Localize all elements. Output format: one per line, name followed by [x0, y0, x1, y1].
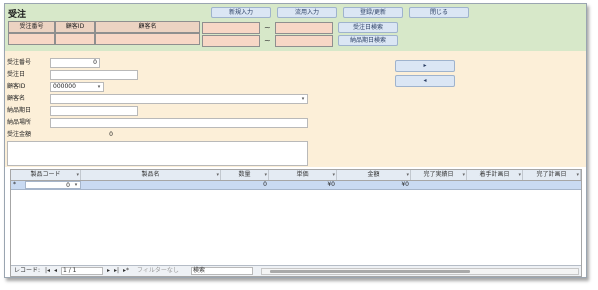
order-date-to-input[interactable]	[275, 22, 333, 34]
chevron-down-icon[interactable]: ▾	[576, 170, 579, 180]
copy-entry-button[interactable]: 流用入力	[277, 7, 337, 18]
chevron-down-icon[interactable]: ▾	[264, 170, 267, 180]
order-date-from-input[interactable]	[202, 22, 260, 34]
col-header-planned-finish[interactable]: 完了計画日 ▾	[523, 170, 581, 180]
chevron-down-icon[interactable]: ▾	[95, 83, 103, 91]
delivery-date-search-button[interactable]: 納品期日検索	[338, 35, 398, 46]
horizontal-scrollbar[interactable]	[261, 268, 579, 275]
chevron-down-icon[interactable]: ▾	[76, 170, 79, 180]
delivery-date-to-input[interactable]	[275, 35, 333, 47]
record-position-input[interactable]: 1 / 1	[61, 267, 103, 275]
record-navigation-bar: レコード: |◂ ◂ 1 / 1 ▸ ▸| ▸* フィルターなし 検索	[11, 265, 581, 276]
save-button[interactable]: 登録/更新	[343, 7, 403, 18]
scrollbar-thumb[interactable]	[270, 270, 470, 273]
chevron-down-icon[interactable]: ▾	[299, 95, 307, 103]
col-header-product-name[interactable]: 製品名 ▾	[81, 170, 221, 180]
form-body: 受注番号 0 受注日 顧客ID 000000 ▾ 顧客名 ▾ 納品期日 納品場所…	[5, 51, 586, 167]
order-date-search-button[interactable]: 受注日検索	[338, 22, 398, 33]
new-record-icon[interactable]: ▸*	[123, 266, 129, 276]
delivery-date-from-input[interactable]	[202, 35, 260, 47]
order-no-field[interactable]: 0	[50, 58, 100, 68]
datasheet-header: 製品コード ▾ 製品名 ▾ 数量 ▾ 単価 ▾ 金額 ▾ 完了実績日 ▾ 着手計画日 ▾ 完了…	[11, 170, 581, 181]
delivery-place-field[interactable]	[50, 118, 308, 128]
chevron-down-icon[interactable]: ▾	[332, 170, 335, 180]
product-name-cell[interactable]	[81, 181, 221, 189]
col-header-amount[interactable]: 金額 ▾	[337, 170, 411, 180]
quantity-cell[interactable]: 0	[221, 181, 267, 189]
col-header-product-code[interactable]: 製品コード ▾	[11, 170, 81, 180]
filter-header-customer-id: 顧客ID	[55, 21, 95, 33]
delivery-place-label: 納品場所	[7, 119, 32, 126]
chevron-down-icon[interactable]: ▾	[72, 182, 80, 189]
delivery-due-field[interactable]	[50, 106, 138, 116]
order-lines-datasheet: 製品コード ▾ 製品名 ▾ 数量 ▾ 単価 ▾ 金額 ▾ 完了実績日 ▾ 着手計画日 ▾ 完了…	[10, 169, 582, 277]
filter-status[interactable]: フィルターなし	[137, 266, 179, 276]
search-input[interactable]: 検索	[191, 267, 253, 275]
form-window: 受注 新規入力 流用入力 登録/更新 閉じる 受注番号 顧客ID 顧客名 ~ ~…	[4, 3, 587, 278]
new-entry-button[interactable]: 新規入力	[211, 7, 271, 18]
customer-id-value: 000000	[53, 83, 76, 90]
customer-name-label: 顧客名	[7, 95, 26, 102]
product-code-combo[interactable]: 0 ▾	[25, 181, 81, 189]
order-date-field[interactable]	[50, 70, 138, 80]
filter-order-no-input[interactable]	[8, 33, 55, 45]
filter-customer-name-input[interactable]	[95, 33, 200, 45]
prev-record-button[interactable]: ◂	[395, 75, 455, 87]
delivery-due-label: 納品期日	[7, 107, 32, 114]
filter-header-customer-name: 顧客名	[95, 21, 200, 33]
col-header-completed-date[interactable]: 完了実績日 ▾	[411, 170, 467, 180]
form-title: 受注	[8, 10, 27, 20]
remarks-field[interactable]	[7, 141, 308, 166]
record-label: レコード:	[14, 267, 41, 274]
table-row[interactable]: * 0 ▾ 0 ¥0 ¥0	[11, 181, 581, 190]
chevron-down-icon[interactable]: ▾	[518, 170, 521, 180]
customer-name-combo[interactable]: ▾	[50, 94, 308, 104]
order-amount-value: 0	[109, 131, 113, 138]
amount-cell[interactable]: ¥0	[337, 181, 409, 189]
next-record-button[interactable]: ▸	[395, 60, 455, 72]
close-button[interactable]: 閉じる	[409, 7, 469, 18]
prev-record-icon[interactable]: ◂	[54, 266, 57, 276]
range-tilde: ~	[264, 23, 271, 32]
customer-id-combo[interactable]: 000000 ▾	[50, 82, 104, 92]
range-tilde: ~	[264, 36, 271, 45]
new-row-marker: *	[13, 181, 16, 188]
unit-price-cell[interactable]: ¥0	[269, 181, 335, 189]
form-header: 受注 新規入力 流用入力 登録/更新 閉じる 受注番号 顧客ID 顧客名 ~ ~…	[5, 4, 586, 51]
col-header-planned-start[interactable]: 着手計画日 ▾	[467, 170, 523, 180]
filter-header-order-no: 受注番号	[8, 21, 55, 33]
chevron-down-icon[interactable]: ▾	[406, 170, 409, 180]
order-date-label: 受注日	[7, 71, 26, 78]
chevron-down-icon[interactable]: ▾	[462, 170, 465, 180]
first-record-icon[interactable]: |◂	[45, 266, 50, 276]
col-header-unit-price[interactable]: 単価 ▾	[269, 170, 337, 180]
filter-customer-id-input[interactable]	[55, 33, 95, 45]
order-amount-label: 受注金額	[7, 131, 32, 138]
product-code-value: 0	[66, 182, 70, 189]
last-record-icon[interactable]: ▸|	[114, 266, 119, 276]
customer-id-label: 顧客ID	[7, 83, 26, 90]
chevron-down-icon[interactable]: ▾	[216, 170, 219, 180]
next-record-icon[interactable]: ▸	[107, 266, 110, 276]
order-no-label: 受注番号	[7, 59, 32, 66]
col-header-quantity[interactable]: 数量 ▾	[221, 170, 269, 180]
